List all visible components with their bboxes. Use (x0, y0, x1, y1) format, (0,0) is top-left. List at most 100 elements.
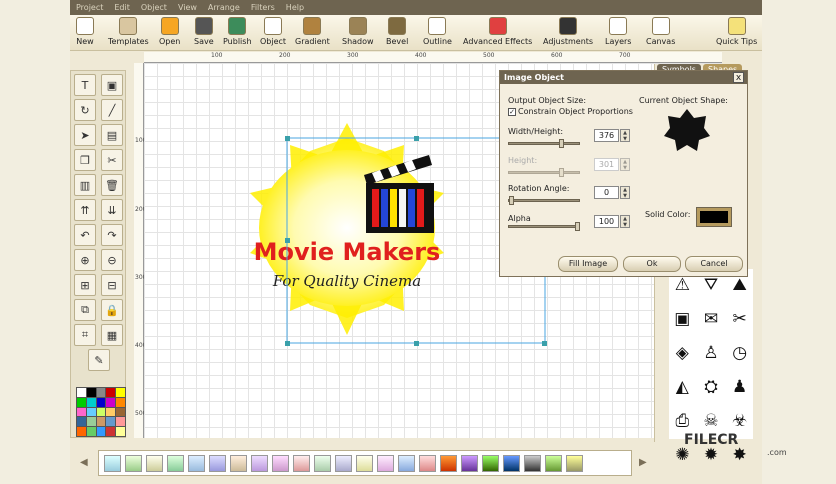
swatch[interactable] (356, 454, 373, 472)
redo-tool[interactable]: ↷ (101, 224, 123, 246)
rotation-slider[interactable] (508, 196, 580, 205)
lock-tool[interactable]: 🔒 (101, 299, 123, 321)
width-spinner[interactable]: ▲ ▼ (620, 129, 630, 142)
swatch[interactable] (167, 454, 184, 472)
menu-filters[interactable]: Filters (251, 3, 275, 12)
swatch[interactable] (125, 454, 142, 472)
swatch[interactable] (230, 454, 247, 472)
clipboard-tool[interactable]: ▥ (74, 174, 96, 196)
walker-icon[interactable]: ♟ (726, 371, 753, 403)
bevel-button[interactable]: Bevel (386, 17, 408, 51)
ok-button[interactable]: Ok (623, 256, 681, 272)
swatch[interactable] (482, 454, 499, 472)
layers-button[interactable]: Layers (605, 17, 631, 51)
swatch[interactable] (146, 454, 163, 472)
distribute-tool[interactable]: ⊟ (101, 274, 123, 296)
menu-help[interactable]: Help (286, 3, 304, 12)
grid-tool[interactable]: ▦ (101, 324, 123, 346)
templates-button[interactable]: Templates (108, 17, 149, 51)
swatch[interactable] (545, 454, 562, 472)
alpha-field[interactable]: 100 (594, 215, 619, 228)
crop-tool[interactable]: ⌗ (74, 324, 96, 346)
swatch[interactable] (566, 454, 583, 472)
alpha-spinner[interactable]: ▲ ▼ (620, 215, 630, 228)
alpha-slider-thumb[interactable] (575, 222, 580, 231)
swatch[interactable] (293, 454, 310, 472)
swatch[interactable] (503, 454, 520, 472)
zoom-out-tool[interactable]: ⊖ (101, 249, 123, 271)
swatch[interactable] (335, 454, 352, 472)
rotation-slider-thumb[interactable] (509, 196, 514, 205)
menu-edit[interactable]: Edit (114, 3, 130, 12)
rotate-tool[interactable]: ↻ (74, 99, 96, 121)
swatch[interactable] (377, 454, 394, 472)
menu-object[interactable]: Object (141, 3, 167, 12)
swatch[interactable] (398, 454, 415, 472)
swatch[interactable] (188, 454, 205, 472)
resize-handle[interactable] (542, 341, 547, 346)
constrain-checkbox[interactable]: ✓ (508, 107, 516, 116)
copy-tool[interactable]: ❐ (74, 149, 96, 171)
adjustments-button[interactable]: Adjustments (543, 17, 593, 51)
move-forward-tool[interactable]: ⇈ (74, 199, 96, 221)
person-icon[interactable]: ♙ (698, 337, 725, 369)
swatch[interactable] (440, 454, 457, 472)
align-tool[interactable]: ⊞ (74, 274, 96, 296)
object-button[interactable]: Object (260, 17, 286, 51)
close-icon[interactable]: x (733, 72, 744, 83)
width-field[interactable]: 376 (594, 129, 619, 142)
cancel-button[interactable]: Cancel (685, 256, 743, 272)
text-tool[interactable]: T (74, 74, 96, 96)
canvas-button[interactable]: Canvas (646, 17, 675, 51)
landscape-icon[interactable]: ◭ (669, 371, 696, 403)
open-button[interactable]: Open (159, 17, 180, 51)
zoom-in-tool[interactable]: ⊕ (74, 249, 96, 271)
resize-handle[interactable] (285, 238, 290, 243)
undo-tool[interactable]: ↶ (74, 224, 96, 246)
gradient-button[interactable]: Gradient (295, 17, 330, 51)
clock-icon[interactable]: ◷ (726, 337, 753, 369)
pointer-tool[interactable]: ➤ (74, 124, 96, 146)
emblem-icon[interactable]: ⛭ (698, 371, 725, 403)
tools-icon[interactable]: ✂ (726, 303, 753, 335)
swatch[interactable] (461, 454, 478, 472)
solid-color-swatch[interactable] (696, 207, 732, 227)
swatch[interactable] (104, 454, 121, 472)
fill-image-button[interactable]: Fill Image (558, 256, 618, 272)
eyedropper-tool[interactable]: ✎ (88, 349, 110, 371)
delete-tool[interactable]: 🗑 (101, 174, 123, 196)
swatch-next-arrow[interactable]: ▶ (639, 457, 647, 468)
save-button[interactable]: Save (194, 17, 214, 51)
quick-tips-button[interactable]: Quick Tips (716, 17, 757, 51)
move-back-tool[interactable]: ⇊ (101, 199, 123, 221)
swatch[interactable] (251, 454, 268, 472)
line-tool[interactable]: ╱ (101, 99, 123, 121)
rotation-spinner[interactable]: ▲ ▼ (620, 186, 630, 199)
paste-tool[interactable]: ▤ (101, 124, 123, 146)
swatch[interactable] (419, 454, 436, 472)
picture-icon[interactable]: ▣ (669, 303, 696, 335)
menu-view[interactable]: View (178, 3, 197, 12)
resize-handle[interactable] (414, 136, 419, 141)
constrain-proportions[interactable]: ✓ Constrain Object Proportions (508, 107, 633, 116)
swatch[interactable] (209, 454, 226, 472)
advanced-effects-button[interactable]: Advanced Effects (463, 17, 532, 51)
diamond-icon[interactable]: ◈ (669, 337, 696, 369)
resize-handle[interactable] (285, 341, 290, 346)
publish-button[interactable]: Publish (223, 17, 252, 51)
image-tool[interactable]: ▣ (101, 74, 123, 96)
resize-handle[interactable] (285, 136, 290, 141)
group-tool[interactable]: ⧉ (74, 299, 96, 321)
width-slider-thumb[interactable] (559, 139, 564, 148)
resize-handle[interactable] (414, 341, 419, 346)
swatch-prev-arrow[interactable]: ◀ (80, 457, 88, 468)
outline-button[interactable]: Outline (423, 17, 452, 51)
cut-tool[interactable]: ✂ (101, 149, 123, 171)
swatch[interactable] (314, 454, 331, 472)
rotation-field[interactable]: 0 (594, 186, 619, 199)
menu-arrange[interactable]: Arrange (208, 3, 240, 12)
mail-icon[interactable]: ✉ (698, 303, 725, 335)
new-button[interactable]: New (76, 17, 94, 51)
swatch[interactable] (272, 454, 289, 472)
swatch[interactable] (524, 454, 541, 472)
